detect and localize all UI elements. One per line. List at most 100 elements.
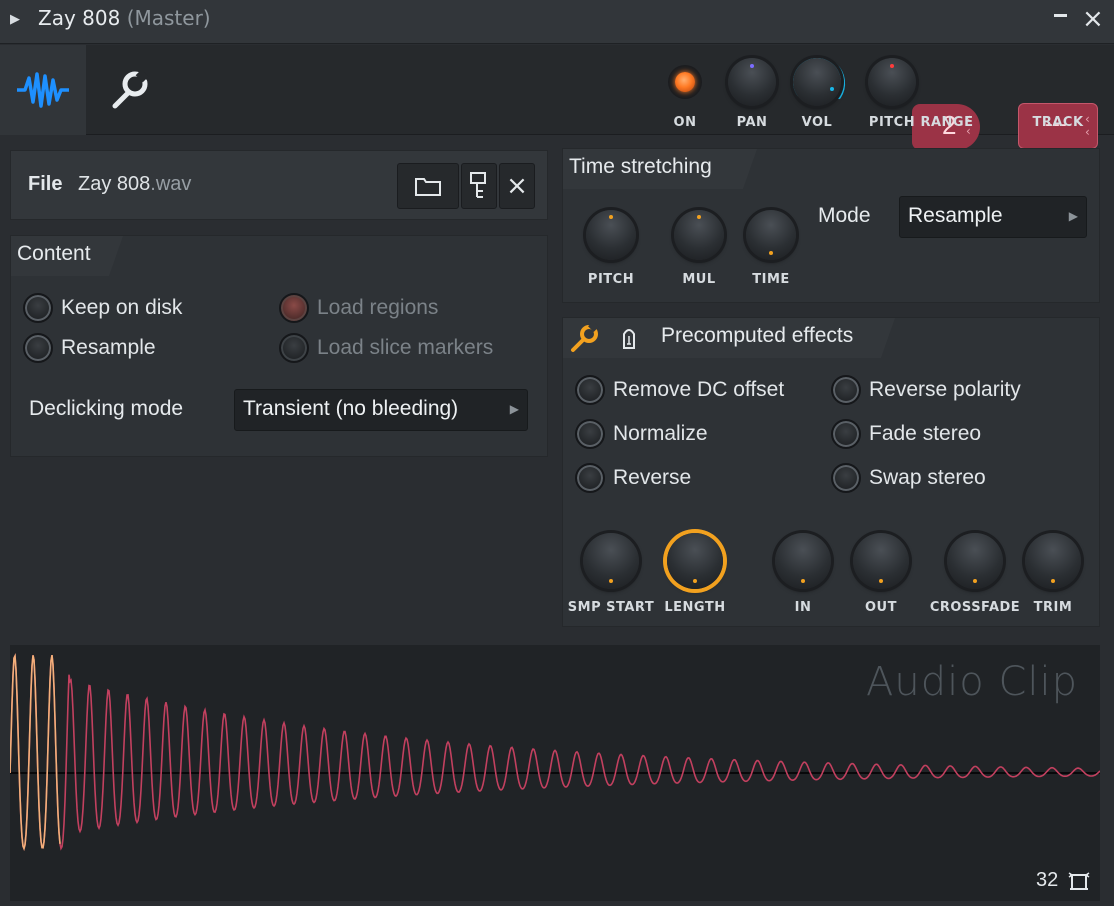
- radio-icon: [831, 463, 861, 493]
- smp-start-knob[interactable]: [583, 533, 639, 589]
- declicking-mode-value: Transient (no bleeding): [243, 397, 459, 420]
- stretch-time-knob[interactable]: [746, 210, 796, 260]
- vol-label: VOL: [801, 115, 833, 130]
- resample-toggle[interactable]: Resample: [23, 333, 156, 363]
- wrench-icon[interactable]: [569, 323, 601, 353]
- channel-name: Zay 808: [38, 6, 121, 30]
- load-slice-markers-toggle[interactable]: Load slice markers: [279, 333, 493, 363]
- swap-stereo-toggle[interactable]: Swap stereo: [831, 463, 986, 493]
- reverse-label: Reverse: [613, 466, 692, 489]
- remove-dc-offset-label: Remove DC offset: [613, 378, 785, 401]
- collapse-arrow-icon[interactable]: ▶: [10, 12, 20, 27]
- locate-file-button[interactable]: [461, 163, 497, 209]
- precomputed-effects-panel: Precomputed effects Remove DC offset Rev…: [562, 317, 1100, 627]
- keep-on-disk-toggle[interactable]: Keep on disk: [23, 293, 182, 323]
- normalize-toggle[interactable]: Normalize: [575, 419, 708, 449]
- stretch-pitch-knob[interactable]: [586, 210, 636, 260]
- radio-icon: [23, 333, 53, 363]
- channel-target: (Master): [126, 6, 211, 30]
- close-icon: ×: [506, 171, 528, 201]
- stretch-pitch-label: PITCH: [587, 272, 635, 287]
- radio-icon: [575, 375, 605, 405]
- time-stretching-title: Time stretching: [569, 155, 712, 178]
- open-file-button[interactable]: [397, 163, 459, 209]
- pan-label: PAN: [736, 115, 768, 130]
- title-bar: ▶ Zay 808 (Master) ×: [0, 0, 1114, 44]
- trim-label: TRIM: [1033, 600, 1073, 615]
- clear-file-button[interactable]: ×: [499, 163, 535, 209]
- knob-indicator: [973, 579, 977, 583]
- load-regions-toggle[interactable]: Load regions: [279, 293, 438, 323]
- precomputed-effects-tab: Precomputed effects: [563, 318, 895, 358]
- volume-knob[interactable]: [793, 58, 841, 106]
- knob-indicator: [693, 579, 697, 583]
- caret-right-icon: ▶: [1068, 209, 1078, 223]
- knob-indicator: [801, 579, 805, 583]
- pitch-label: PITCH: [868, 115, 916, 130]
- minimize-icon[interactable]: [1050, 2, 1072, 26]
- radio-icon: [279, 293, 309, 323]
- stretch-mul-label: MUL: [682, 272, 716, 287]
- fade-stereo-toggle[interactable]: Fade stereo: [831, 419, 981, 449]
- content-tab: Content: [11, 236, 123, 276]
- fade-out-knob[interactable]: [853, 533, 909, 589]
- channel-toolbar: ON PAN VOL 2 ‹ ‹ PITCH RANGE --- ‹ ‹ TRACK: [0, 45, 1114, 150]
- range-label: RANGE: [920, 115, 974, 130]
- load-regions-label: Load regions: [317, 296, 439, 319]
- knob-indicator: [879, 579, 883, 583]
- knob-indicator: [769, 251, 773, 255]
- knob-indicator: [1051, 579, 1055, 583]
- precomputed-effects-title: Precomputed effects: [661, 324, 854, 347]
- reverse-toggle[interactable]: Reverse: [575, 463, 691, 493]
- time-stretching-panel: Time stretching PITCH MUL TIME Mode Resa…: [562, 148, 1100, 303]
- on-label: ON: [673, 115, 697, 130]
- reverse-polarity-label: Reverse polarity: [869, 378, 1021, 401]
- pan-knob[interactable]: [728, 58, 776, 106]
- waveform-plot: [10, 653, 1100, 852]
- content-panel: Content Keep on disk Resample Load regio…: [10, 235, 548, 457]
- zoom-value: 32: [1036, 869, 1059, 891]
- stretch-mul-knob[interactable]: [674, 210, 724, 260]
- normalize-label: Normalize: [613, 422, 708, 445]
- length-knob[interactable]: [667, 533, 723, 589]
- keep-on-disk-label: Keep on disk: [61, 296, 183, 319]
- file-name[interactable]: Zay 808.wav: [78, 173, 191, 196]
- content-title: Content: [17, 242, 91, 265]
- crossfade-label: CROSSFADE: [929, 600, 1021, 615]
- pan-indicator: [750, 64, 754, 68]
- declicking-mode-select[interactable]: Transient (no bleeding) ▶: [234, 389, 528, 431]
- tab-sample-settings[interactable]: [0, 45, 86, 135]
- resample-label: Resample: [61, 336, 156, 359]
- trim-knob[interactable]: [1025, 533, 1081, 589]
- knob-indicator: [697, 215, 701, 219]
- length-label: LENGTH: [664, 600, 726, 615]
- channel-on-toggle[interactable]: [668, 65, 702, 99]
- waveform-display[interactable]: Audio Clip 32: [10, 645, 1100, 901]
- close-icon[interactable]: ×: [1082, 2, 1104, 36]
- time-stretching-tab: Time stretching: [563, 149, 757, 189]
- window-title: Zay 808 (Master): [38, 6, 211, 30]
- vol-indicator: [830, 87, 834, 91]
- tube-icon[interactable]: [621, 326, 637, 352]
- radio-icon: [831, 375, 861, 405]
- fade-in-knob[interactable]: [775, 533, 831, 589]
- remove-dc-offset-toggle[interactable]: Remove DC offset: [575, 375, 784, 405]
- waveform-icon: [17, 72, 69, 108]
- radio-icon: [575, 463, 605, 493]
- file-label: File: [28, 173, 63, 195]
- knob-indicator: [609, 579, 613, 583]
- knob-indicator: [609, 215, 613, 219]
- file-extension: .wav: [150, 173, 192, 195]
- track-label: TRACK: [1032, 115, 1084, 130]
- pitch-indicator: [890, 64, 894, 68]
- pitch-knob[interactable]: [868, 58, 916, 106]
- tab-channel-settings[interactable]: [86, 45, 172, 135]
- tree-locate-icon: [470, 172, 486, 198]
- stretch-mode-select[interactable]: Resample ▶: [899, 196, 1087, 238]
- zoom-fit-icon[interactable]: [1068, 871, 1090, 893]
- radio-icon: [23, 293, 53, 323]
- stretch-time-label: TIME: [752, 272, 790, 287]
- crossfade-knob[interactable]: [947, 533, 1003, 589]
- caret-right-icon: ▶: [509, 402, 519, 416]
- reverse-polarity-toggle[interactable]: Reverse polarity: [831, 375, 1021, 405]
